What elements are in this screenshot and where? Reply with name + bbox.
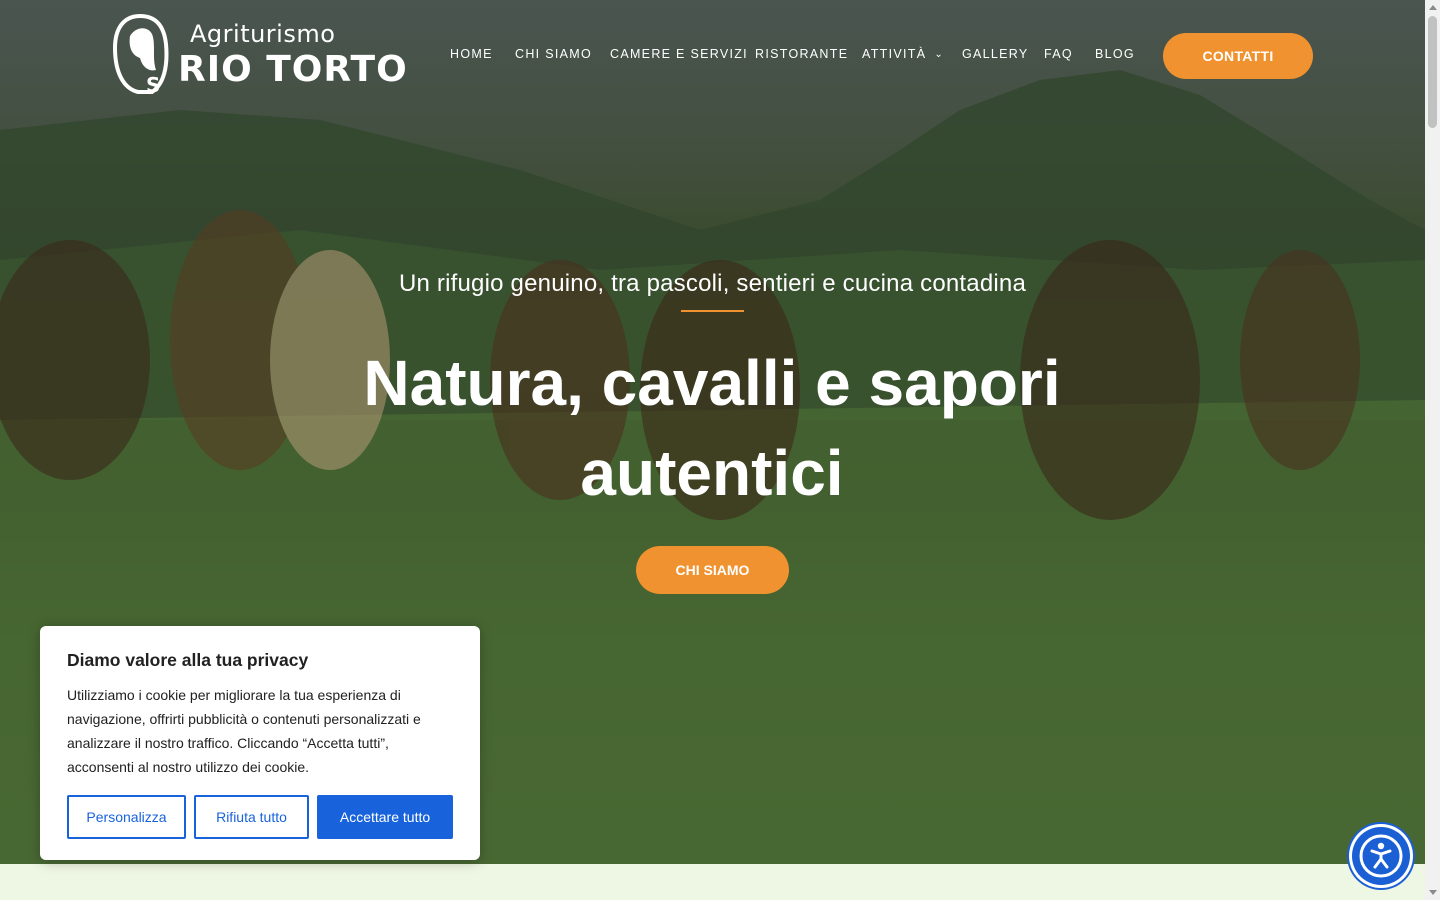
logo-subtitle: Agriturismo	[190, 20, 336, 48]
accept-all-button[interactable]: Accettare tutto	[317, 795, 453, 839]
nav-blog[interactable]: BLOG	[1095, 47, 1135, 61]
nav-gallery[interactable]: GALLERY	[962, 47, 1029, 61]
nav-home[interactable]: HOME	[450, 47, 493, 61]
cookie-description: Utilizziamo i cookie per migliorare la t…	[67, 687, 421, 775]
nav-ristorante[interactable]: RISTORANTE	[755, 47, 848, 61]
nav-faq[interactable]: FAQ	[1044, 47, 1073, 61]
tagline-divider	[681, 310, 744, 312]
nav-camere-e-servizi[interactable]: CAMERE E SERVIZI	[610, 47, 748, 61]
accessibility-icon	[1359, 834, 1403, 878]
svg-text:S: S	[146, 73, 160, 96]
contatti-button[interactable]: CONTATTI	[1163, 33, 1313, 79]
cookie-title: Diamo valore alla tua privacy	[67, 650, 309, 670]
chevron-down-icon: ⌄	[934, 49, 945, 60]
site-logo[interactable]: S Agriturismo RIO TORTO	[112, 14, 407, 98]
scroll-up-arrow-icon[interactable]	[1429, 5, 1437, 10]
cookie-consent-banner: Diamo valore alla tua privacy Utilizziam…	[40, 626, 480, 860]
next-section-band	[0, 864, 1425, 900]
hero-headline: Natura, cavalli e sapori autentici	[363, 347, 1061, 509]
page-scrollbar[interactable]	[1425, 0, 1440, 900]
logo-title: RIO TORTO	[178, 49, 408, 90]
customize-button[interactable]: Personalizza	[67, 795, 186, 839]
nav-attivita[interactable]: ATTIVITÀ ⌄	[862, 47, 944, 61]
horse-logo-icon: S	[112, 14, 169, 96]
scroll-thumb[interactable]	[1428, 16, 1437, 128]
hero-tagline: Un rifugio genuino, tra pascoli, sentier…	[398, 270, 1027, 297]
accessibility-button[interactable]	[1352, 827, 1410, 885]
nav-attivita-label: ATTIVITÀ	[862, 47, 927, 61]
reject-all-button[interactable]: Rifiuta tutto	[194, 795, 309, 839]
chi-siamo-button[interactable]: CHI SIAMO	[636, 546, 789, 594]
scroll-down-arrow-icon[interactable]	[1429, 890, 1437, 895]
nav-chi-siamo[interactable]: CHI SIAMO	[515, 47, 592, 61]
